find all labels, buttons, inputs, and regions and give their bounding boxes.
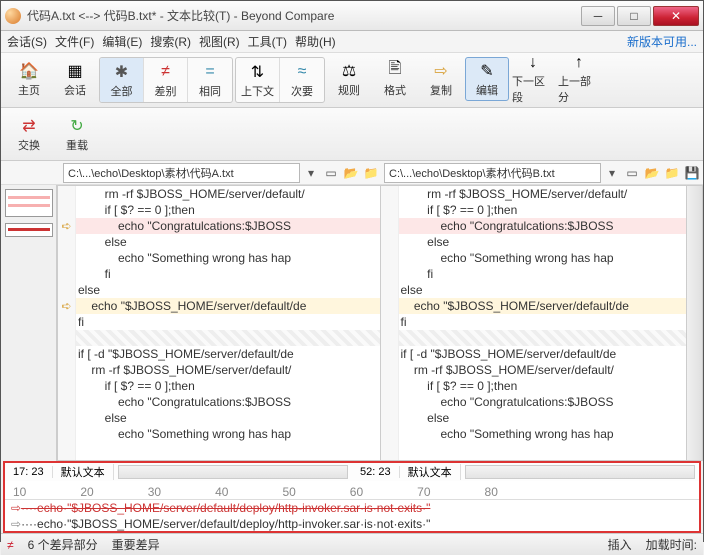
toolbar-main: 🏠主页 ▦会话 ✱全部 ≠差别 =相同 ⇅上下文 ≈次要 ⚖规则 🖹格式 ⇨复制… <box>1 53 703 108</box>
reload-icon: ↻ <box>67 116 87 136</box>
left-dropdown-icon[interactable]: ▾ <box>302 164 320 182</box>
left-encoding: 默认文本 <box>53 464 114 480</box>
equal-icon: = <box>200 62 220 82</box>
ruler: 1020304050607080 <box>5 481 699 499</box>
menu-search[interactable]: 搜索(R) <box>150 33 191 50</box>
asterisk-icon: ✱ <box>112 62 132 82</box>
copy-icon: ⇨ <box>431 61 451 81</box>
thumbnail-detail[interactable] <box>5 223 53 237</box>
right-open-icon[interactable]: 📂 <box>643 164 661 182</box>
insert-mode: 插入 <box>608 536 632 553</box>
inline-line-b: ····echo·"$JBOSS_HOME/server/default/dep… <box>21 517 430 531</box>
right-dropdown-icon[interactable]: ▾ <box>603 164 621 182</box>
right-path-input[interactable]: C:\...\echo\Desktop\素材\代码B.txt <box>384 163 601 183</box>
rules-icon: ⚖ <box>339 61 359 81</box>
edit-button[interactable]: ✎编辑 <box>465 57 509 101</box>
compare-area: ➪➪ rm -rf $JBOSS_HOME/server/default/ if… <box>1 185 703 461</box>
thumbnail-column <box>1 185 57 461</box>
right-browse-icon[interactable]: 📁 <box>663 164 681 182</box>
all-button[interactable]: ✱全部 <box>100 58 144 102</box>
menu-view[interactable]: 视图(R) <box>199 33 240 50</box>
left-hscroll[interactable] <box>118 465 348 479</box>
right-encoding: 默认文本 <box>400 464 461 480</box>
close-button[interactable]: ✕ <box>653 6 699 26</box>
left-open-icon[interactable]: 📂 <box>342 164 360 182</box>
swap-button[interactable]: ⇄交换 <box>7 112 51 156</box>
format-icon: 🖹 <box>385 61 405 81</box>
vertical-scrollbar[interactable] <box>686 186 702 460</box>
minor-button[interactable]: ≈次要 <box>280 58 324 102</box>
home-button[interactable]: 🏠主页 <box>7 57 51 101</box>
major-diff-label: 重要差异 <box>112 536 160 553</box>
load-time-label: 加载时间: <box>646 536 697 553</box>
left-path-input[interactable]: C:\...\echo\Desktop\素材\代码A.txt <box>63 163 300 183</box>
titlebar: 代码A.txt <--> 代码B.txt* - 文本比较(T) - Beyond… <box>1 1 703 31</box>
right-arrows <box>381 186 399 460</box>
copy-button[interactable]: ⇨复制 <box>419 57 463 101</box>
app-icon <box>5 8 21 24</box>
pathbar: C:\...\echo\Desktop\素材\代码A.txt ▾ ▭ 📂 📁 C… <box>1 161 703 185</box>
save-icon[interactable]: 💾 <box>683 164 701 182</box>
right-hscroll[interactable] <box>465 465 695 479</box>
diff-marker-icon: ≠ <box>7 538 14 552</box>
menu-help[interactable]: 帮助(H) <box>295 33 336 50</box>
prevpart-button[interactable]: ↑上一部分 <box>557 57 601 101</box>
menubar: 会话(S) 文件(F) 编辑(E) 搜索(R) 视图(R) 工具(T) 帮助(H… <box>1 31 703 53</box>
inline-line-a: ····echo·"$JBOSS_HOME/server/default/dep… <box>21 501 430 515</box>
thumbnail-overview[interactable] <box>5 189 53 217</box>
diff-button[interactable]: ≠差别 <box>144 58 188 102</box>
left-arrows: ➪➪ <box>58 186 76 460</box>
inline-marker-a: ⇨ <box>11 501 21 515</box>
left-cursor-pos: 17: 23 <box>5 466 53 478</box>
down-icon: ↓ <box>523 54 543 72</box>
right-pane: rm -rf $JBOSS_HOME/server/default/ if [ … <box>380 185 704 461</box>
highlighted-section: 17: 23 默认文本 52: 23 默认文本 1020304050607080… <box>3 461 701 533</box>
right-explorer-icon[interactable]: ▭ <box>623 164 641 182</box>
same-button[interactable]: =相同 <box>188 58 232 102</box>
session-button[interactable]: ▦会话 <box>53 57 97 101</box>
format-button[interactable]: 🖹格式 <box>373 57 417 101</box>
menu-session[interactable]: 会话(S) <box>7 33 47 50</box>
toolbar-secondary: ⇄交换 ↻重载 <box>1 108 703 161</box>
approx-icon: ≈ <box>292 62 312 82</box>
context-icon: ⇅ <box>248 62 268 82</box>
window-title: 代码A.txt <--> 代码B.txt* - 文本比较(T) - Beyond… <box>27 7 579 24</box>
right-cursor-pos: 52: 23 <box>352 466 400 478</box>
minimize-button[interactable]: ─ <box>581 6 615 26</box>
context-button[interactable]: ⇅上下文 <box>236 58 280 102</box>
up-icon: ↑ <box>569 54 589 72</box>
update-link[interactable]: 新版本可用... <box>627 33 697 50</box>
nextsection-button[interactable]: ↓下一区段 <box>511 57 555 101</box>
maximize-button[interactable]: □ <box>617 6 651 26</box>
right-code[interactable]: rm -rf $JBOSS_HOME/server/default/ if [ … <box>399 186 687 460</box>
menu-file[interactable]: 文件(F) <box>55 33 94 50</box>
home-icon: 🏠 <box>19 61 39 81</box>
inline-diff: ⇨····echo·"$JBOSS_HOME/server/default/de… <box>5 499 699 531</box>
rules-button[interactable]: ⚖规则 <box>327 57 371 101</box>
menu-tools[interactable]: 工具(T) <box>248 33 287 50</box>
left-pane: ➪➪ rm -rf $JBOSS_HOME/server/default/ if… <box>57 185 380 461</box>
left-code[interactable]: rm -rf $JBOSS_HOME/server/default/ if [ … <box>76 186 380 460</box>
left-explorer-icon[interactable]: ▭ <box>322 164 340 182</box>
notequal-icon: ≠ <box>156 62 176 82</box>
statusbar: ≠ 6 个差异部分 重要差异 插入 加载时间: <box>1 533 703 555</box>
edit-icon: ✎ <box>477 61 497 81</box>
menu-edit[interactable]: 编辑(E) <box>102 33 142 50</box>
sessions-icon: ▦ <box>65 61 85 81</box>
reload-button[interactable]: ↻重载 <box>55 112 99 156</box>
left-browse-icon[interactable]: 📁 <box>362 164 380 182</box>
diff-count: 6 个差异部分 <box>28 536 98 553</box>
swap-icon: ⇄ <box>19 116 39 136</box>
inline-marker-b: ⇨ <box>11 517 21 531</box>
